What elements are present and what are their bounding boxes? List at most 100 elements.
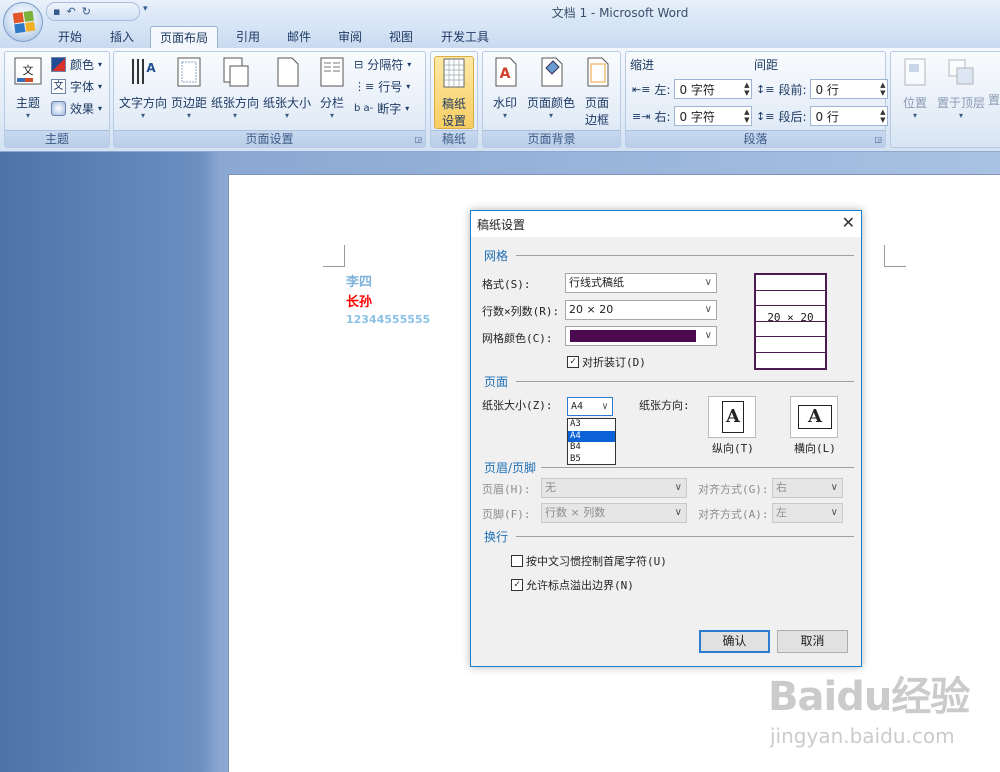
close-icon[interactable]: ✕ xyxy=(842,213,855,232)
checkbox-checked-icon: ✓ xyxy=(567,356,579,368)
portrait-label: 纵向(T) xyxy=(712,442,754,455)
indent-right-icon: ≡⇥ xyxy=(632,109,651,123)
watermark-button[interactable]: A 水印 ▾ xyxy=(487,56,523,120)
office-logo-icon xyxy=(12,10,36,34)
theme-effects-button[interactable]: 效果 ▾ xyxy=(51,100,102,117)
manuscript-settings-button[interactable]: 稿纸 设置 xyxy=(434,56,474,129)
spinner-arrows-icon[interactable]: ▲ ▼ xyxy=(880,108,885,124)
header-select[interactable]: 无 ∨ xyxy=(541,478,687,498)
footer-align-value: 左 xyxy=(776,506,787,519)
tab-page-layout[interactable]: 页面布局 xyxy=(150,26,218,48)
tab-developer[interactable]: 开发工具 xyxy=(432,26,498,48)
paper-size-select[interactable]: A4 ∨ xyxy=(567,397,613,416)
position-button[interactable]: 位置 ▾ xyxy=(897,56,933,120)
hyphenation-button[interactable]: b a- 断字 ▾ xyxy=(354,100,409,117)
spinner-arrows-icon[interactable]: ▲ ▼ xyxy=(744,108,749,124)
effects-label: 效果 xyxy=(70,102,95,116)
spinner-arrows-icon[interactable]: ▲ ▼ xyxy=(880,81,885,97)
margins-icon xyxy=(177,57,201,87)
header-align-select[interactable]: 右 ∨ xyxy=(772,478,843,498)
columns-button[interactable]: 分栏 ▾ xyxy=(314,56,350,120)
tab-view[interactable]: 视图 xyxy=(379,26,423,48)
orientation-icon xyxy=(223,57,249,87)
portrait-page-icon: A xyxy=(722,401,744,433)
text-direction-button[interactable]: A 文字方向 ▾ xyxy=(118,56,168,120)
tab-review[interactable]: 审阅 xyxy=(328,26,372,48)
margins-button[interactable]: 页边距 ▾ xyxy=(170,56,208,120)
dialog-launcher-icon[interactable]: ◲ xyxy=(414,135,422,144)
footer-align-select[interactable]: 左 ∨ xyxy=(772,503,843,523)
columns-icon xyxy=(320,57,344,87)
document-line-3: 12344555555 xyxy=(346,313,431,326)
manuscript-label-1: 稿纸 xyxy=(441,97,466,111)
tab-mailings[interactable]: 邮件 xyxy=(277,26,321,48)
fold-binding-checkbox[interactable]: ✓ 对折装订(D) xyxy=(567,354,646,370)
paragraph-group: 缩进 间距 ⇤≡ 左: 0 字符 ▲ ▼ ≡⇥ 右: 0 字符 ▲ ▼ ↕≡ 段前:… xyxy=(625,51,889,148)
theme-fonts-button[interactable]: 文 字体 ▾ xyxy=(51,78,102,95)
chinese-rule-label: 按中文习惯控制首尾字符(U) xyxy=(526,555,667,568)
grid-preview: 20 × 20 xyxy=(754,273,827,370)
theme-group-label: 主题 xyxy=(5,130,109,147)
chinese-rule-checkbox[interactable]: 按中文习惯控制首尾字符(U) xyxy=(511,553,667,569)
ok-button[interactable]: 确认 xyxy=(699,630,770,653)
theme-colors-button[interactable]: 颜色 ▾ xyxy=(51,56,102,73)
bring-to-front-button[interactable]: 置于顶层 ▾ xyxy=(935,56,987,120)
wrap-section-title: 换行 xyxy=(484,530,509,544)
dialog-launcher-icon[interactable]: ◲ xyxy=(874,135,882,144)
preview-line xyxy=(756,305,825,306)
rows-cols-select[interactable]: 20 × 20 ∨ xyxy=(565,300,717,320)
indent-left-spinner[interactable]: 0 字符 ▲ ▼ xyxy=(674,79,753,99)
preview-text: 20 × 20 xyxy=(767,311,814,324)
tab-home[interactable]: 开始 xyxy=(48,26,92,48)
spacing-after-icon: ↕≡ xyxy=(756,109,775,123)
footer-select[interactable]: 行数 × 列数 ∨ xyxy=(541,503,687,523)
style-select[interactable]: 行线式稿纸 ∨ xyxy=(565,273,717,293)
tab-insert[interactable]: 插入 xyxy=(100,26,144,48)
landscape-option[interactable]: A xyxy=(790,396,838,438)
indent-left-icon: ⇤≡ xyxy=(632,82,651,96)
send-to-back-button[interactable]: 置 xyxy=(987,56,1000,108)
spacing-before-spinner[interactable]: 0 行 ▲ ▼ xyxy=(810,79,889,99)
tab-references[interactable]: 引用 xyxy=(226,26,270,48)
style-value: 行线式稿纸 xyxy=(569,276,624,289)
theme-group: 文 主题 ▾ 颜色 ▾ 文 字体 ▾ 效果 ▾ 主题 xyxy=(4,51,110,148)
breaks-label: 分隔符 xyxy=(367,58,404,72)
breaks-button[interactable]: ⊟ 分隔符 ▾ xyxy=(354,56,411,73)
effects-icon xyxy=(51,101,66,116)
page-background-group: A 水印 ▾ 页面颜色 ▾ 页面 边框 页面背景 xyxy=(482,51,621,148)
paper-size-option[interactable]: A3 xyxy=(568,419,615,431)
paper-size-option[interactable]: B5 xyxy=(568,454,615,466)
dialog-title: 稿纸设置 xyxy=(477,218,526,232)
line-numbers-button[interactable]: ⋮≡ 行号 ▾ xyxy=(354,78,410,95)
indent-right-row: ≡⇥ 右: 0 字符 ▲ ▼ xyxy=(632,106,753,126)
punct-overflow-label: 允许标点溢出边界(N) xyxy=(526,579,634,592)
preview-line xyxy=(756,290,825,291)
spacing-before-value: 0 行 xyxy=(815,82,839,97)
punct-overflow-checkbox[interactable]: ✓ 允许标点溢出边界(N) xyxy=(511,577,634,593)
spacing-after-row: ↕≡ 段后: 0 行 ▲ ▼ xyxy=(756,106,889,126)
office-button[interactable] xyxy=(3,2,43,42)
manuscript-group: 稿纸 设置 稿纸 xyxy=(430,51,478,148)
page-color-button[interactable]: 页面颜色 ▾ xyxy=(525,56,577,120)
orientation-button[interactable]: 纸张方向 ▾ xyxy=(210,56,260,120)
spacing-after-spinner[interactable]: 0 行 ▲ ▼ xyxy=(810,106,889,126)
landscape-page-icon: A xyxy=(798,405,832,429)
send-to-back-icon xyxy=(987,56,1000,88)
indent-right-label: 右: xyxy=(654,109,671,124)
portrait-option[interactable]: A xyxy=(708,396,756,438)
cancel-button[interactable]: 取消 xyxy=(777,630,848,653)
chevron-down-icon: ▾ xyxy=(284,111,289,120)
page-borders-button[interactable]: 页面 边框 xyxy=(580,56,614,128)
text-direction-icon: A xyxy=(132,59,156,84)
paper-size-option[interactable]: B4 xyxy=(568,442,615,454)
size-button[interactable]: 纸张大小 ▾ xyxy=(262,56,312,120)
themes-button[interactable]: 文 主题 ▾ xyxy=(11,56,45,120)
grid-color-select[interactable]: ∨ xyxy=(565,326,717,346)
paper-size-option-selected[interactable]: A4 xyxy=(568,430,615,442)
indent-right-spinner[interactable]: 0 字符 ▲ ▼ xyxy=(674,106,753,126)
manuscript-group-label: 稿纸 xyxy=(431,130,477,147)
chevron-down-icon: ∨ xyxy=(704,304,712,315)
send-to-back-label: 置 xyxy=(987,93,1000,107)
footer-align-label: 对齐方式(A): xyxy=(698,508,769,521)
spinner-arrows-icon[interactable]: ▲ ▼ xyxy=(744,81,749,97)
